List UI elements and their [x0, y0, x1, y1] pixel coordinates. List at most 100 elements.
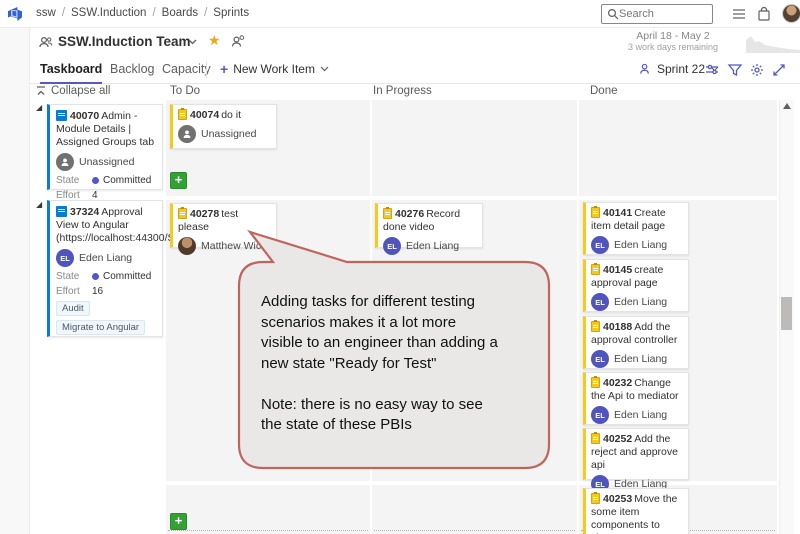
- work-item-id: 40145: [603, 264, 632, 276]
- annotation-line: [261, 374, 557, 395]
- settings-gear-icon[interactable]: [749, 62, 765, 78]
- collapse-row-caret[interactable]: ◢: [36, 103, 42, 112]
- azure-devops-logo-icon[interactable]: [6, 5, 24, 23]
- pbi-icon: [56, 206, 67, 217]
- task-card-40074[interactable]: 40074do it Unassigned: [170, 104, 277, 149]
- task-card-40252[interactable]: 40252Add the reject and approve api ELEd…: [583, 428, 689, 480]
- sprint-dates: April 18 - May 2 3 work days remaining: [608, 30, 738, 52]
- state-label: State: [56, 271, 92, 282]
- avatar-initials: EL: [591, 350, 609, 368]
- search-icon: [607, 8, 619, 20]
- sprint-days-remaining: 3 work days remaining: [608, 42, 738, 52]
- cell-row1-done: [579, 100, 777, 196]
- task-icon: [591, 207, 600, 218]
- drop-target-outline: [374, 530, 575, 531]
- work-item-id: 40278: [190, 208, 219, 220]
- task-icon: [383, 208, 392, 219]
- new-work-item-button[interactable]: +New Work Item: [220, 61, 329, 77]
- search-box[interactable]: [601, 4, 713, 24]
- work-item-id: 40232: [603, 377, 632, 389]
- command-bar: Taskboard Backlog Capacity +New Work Ite…: [30, 56, 800, 84]
- avatar-initials: EL: [56, 249, 74, 267]
- state-dot: [92, 177, 99, 184]
- effort-label: Effort: [56, 286, 92, 297]
- tab-capacity[interactable]: Capacity: [162, 62, 211, 82]
- column-header-todo: To Do: [170, 85, 200, 97]
- collapse-all-button[interactable]: Collapse all: [36, 85, 110, 97]
- assignee-name: Eden Liang: [614, 239, 667, 251]
- state-value: Committed: [103, 271, 151, 282]
- task-icon: [591, 264, 600, 275]
- breadcrumb-org[interactable]: ssw: [36, 7, 56, 19]
- search-input[interactable]: [619, 8, 699, 20]
- task-icon: [178, 208, 187, 219]
- user-avatar[interactable]: [782, 4, 800, 23]
- column-header-done: Done: [590, 85, 618, 97]
- tab-backlog[interactable]: Backlog: [110, 62, 154, 82]
- assignee-name: Eden Liang: [614, 409, 667, 421]
- task-card-40188[interactable]: 40188Add the approval controller ELEden …: [583, 316, 689, 369]
- annotation-line: visible to an engineer than adding a: [261, 333, 557, 354]
- annotation-line: Adding tasks for different testing: [261, 292, 557, 313]
- assignee-name: Eden Liang: [614, 296, 667, 308]
- filter-icon[interactable]: [727, 62, 743, 78]
- task-card-40232[interactable]: 40232Change the Api to mediator ELEden L…: [583, 372, 689, 425]
- scrollbar-up-arrow[interactable]: [783, 103, 791, 109]
- work-item-id: 40252: [603, 433, 632, 445]
- annotation-line: Note: there is no easy way to see: [261, 395, 557, 416]
- collapse-all-icon: [36, 86, 46, 96]
- assignee-name: Unassigned: [201, 128, 256, 140]
- breadcrumb-separator: /: [62, 7, 65, 19]
- work-item-id: 37324: [70, 206, 99, 218]
- work-item-id: 40276: [395, 208, 424, 220]
- team-members-icon[interactable]: [230, 34, 245, 49]
- fullscreen-icon[interactable]: [771, 62, 787, 78]
- work-item-id: 40253: [603, 493, 632, 505]
- task-card-40253[interactable]: 40253Move the some item components to sh…: [583, 488, 689, 534]
- task-card-40145[interactable]: 40145create approval page ELEden Liang: [583, 259, 689, 312]
- work-item-id: 40141: [603, 207, 632, 219]
- effort-value: 16: [92, 286, 103, 297]
- add-task-button[interactable]: +: [170, 172, 187, 189]
- tab-taskboard[interactable]: Taskboard: [40, 62, 102, 84]
- annotation-text: Adding tasks for different testing scena…: [261, 292, 557, 436]
- task-icon: [591, 321, 600, 332]
- favorite-star-icon[interactable]: ★: [208, 32, 221, 49]
- list-view-icon[interactable]: [731, 6, 747, 22]
- avatar-photo: [178, 237, 196, 255]
- task-icon: [591, 493, 600, 504]
- pbi-card-40070[interactable]: 40070Admin - Module Details | Assigned G…: [47, 104, 163, 190]
- chevron-down-icon: [320, 66, 329, 72]
- avatar-initials: EL: [591, 406, 609, 424]
- chevron-down-icon[interactable]: [188, 39, 197, 45]
- assignee-name: Unassigned: [79, 156, 134, 168]
- assignee-name: Eden Liang: [614, 353, 667, 365]
- cell-row3-inprogress: [372, 485, 577, 534]
- task-card-40141[interactable]: 40141Create item detail page ELEden Lian…: [583, 202, 689, 255]
- marketplace-bag-icon[interactable]: [756, 6, 772, 22]
- breadcrumb-sprints[interactable]: Sprints: [213, 7, 249, 19]
- team-selector[interactable]: SSW.Induction Team: [58, 34, 191, 49]
- breadcrumb-separator: /: [204, 7, 207, 19]
- pbi-card-37324[interactable]: 37324Approval View to Angular (https://l…: [47, 200, 163, 337]
- cell-row3-todo: [166, 485, 370, 534]
- toolbar-divider: [206, 62, 207, 78]
- state-value: Committed: [103, 175, 151, 186]
- cell-row1-inprogress: [372, 100, 577, 196]
- work-item-id: 40074: [190, 109, 219, 121]
- unassigned-avatar: [56, 153, 74, 171]
- view-options-icon[interactable]: [704, 62, 720, 78]
- tag-audit: Audit: [56, 301, 90, 316]
- annotation-line: the state of these PBIs: [261, 415, 557, 436]
- state-dot: [92, 273, 99, 280]
- add-task-button[interactable]: +: [170, 513, 187, 530]
- avatar-initials: EL: [591, 236, 609, 254]
- sprint-date-range: April 18 - May 2: [608, 30, 738, 42]
- scrollbar-thumb[interactable]: [781, 297, 792, 330]
- burndown-sparkline[interactable]: [746, 31, 800, 54]
- collapse-row-caret[interactable]: ◢: [36, 200, 42, 209]
- breadcrumb-boards[interactable]: Boards: [162, 7, 198, 19]
- pbi-icon: [56, 110, 67, 121]
- breadcrumb-project[interactable]: SSW.Induction: [71, 7, 146, 19]
- state-label: State: [56, 175, 92, 186]
